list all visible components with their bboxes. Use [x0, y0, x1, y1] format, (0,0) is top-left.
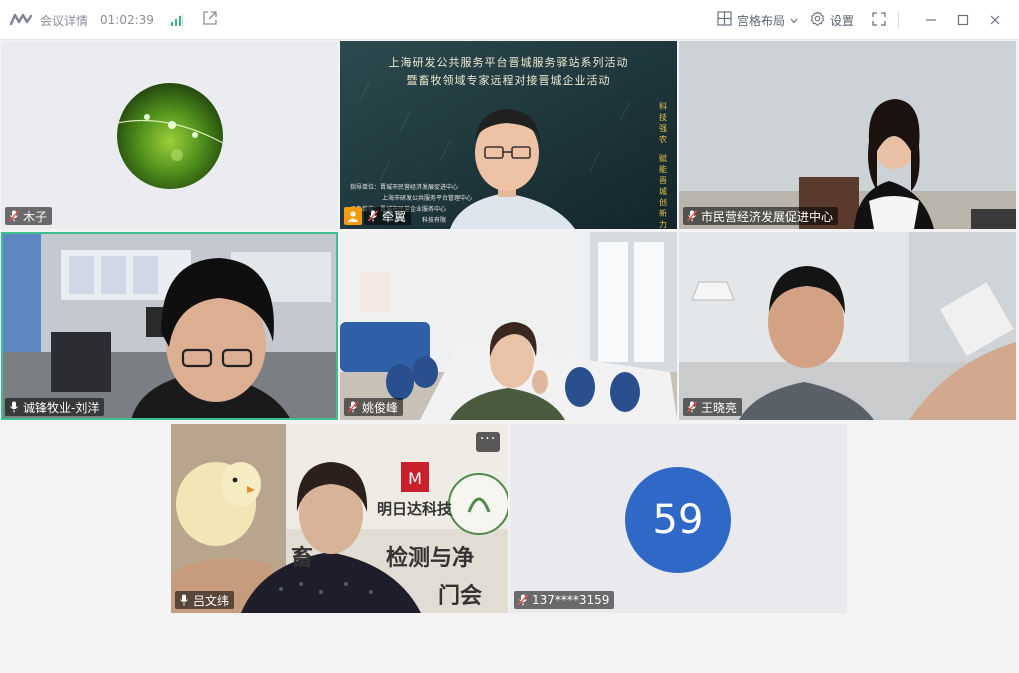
video-grid: 木子 上海研发公共服务平台晋城服务驿站系列活动 暨畜牧领域专家远程对接晋城企业活…	[0, 40, 1019, 673]
mic-muted-icon	[518, 594, 528, 606]
participant-tile-muzi[interactable]: 木子	[1, 41, 338, 229]
fullscreen-icon	[872, 11, 886, 29]
poster-company-text: 明日达科技	[377, 500, 453, 518]
participant-number-avatar: 59	[625, 467, 731, 573]
slide-title-line1: 上海研发公共服务平台晋城服务驿站系列活动	[388, 56, 629, 69]
participant-name: 木子	[23, 209, 48, 224]
slide-side-text-right: 赋能晋城创新力	[659, 154, 667, 229]
participant-name-tag: 木子	[5, 207, 53, 225]
participant-tile-lvwenwei[interactable]: M 明日达科技 畜 检测与净 门会 ··· 吕文纬	[171, 424, 508, 613]
more-options-button[interactable]: ···	[476, 432, 500, 452]
participant-name-tag: 诚锋牧业-刘洋	[5, 398, 105, 416]
poster-text-a: 畜	[291, 545, 314, 571]
participant-name: 137****3159	[532, 593, 610, 607]
share-out-icon[interactable]	[202, 10, 218, 30]
layout-dropdown[interactable]: 宫格布局	[717, 11, 798, 29]
settings-label: 设置	[829, 13, 854, 28]
chevron-down-icon	[790, 13, 798, 27]
meeting-elapsed-time: 01:02:39	[100, 13, 154, 27]
maximize-button[interactable]	[951, 8, 975, 32]
participant-tile-liuyang[interactable]: 诚锋牧业-刘洋	[1, 232, 338, 420]
mic-on-icon	[180, 594, 188, 606]
participant-video-feed	[679, 232, 1016, 420]
svg-text:M: M	[408, 469, 422, 488]
close-icon	[989, 11, 1001, 30]
close-button[interactable]	[983, 8, 1007, 32]
title-bar-divider	[898, 12, 899, 28]
title-bar-left: 会议详情 01:02:39	[9, 0, 218, 40]
poster-text-c: 门会	[438, 583, 483, 609]
participant-tile-private-economy-center[interactable]: 市民营经济发展促进中心	[679, 41, 1016, 229]
layout-label: 宫格布局	[736, 13, 785, 28]
mic-muted-icon	[9, 210, 19, 222]
mic-muted-icon	[348, 401, 358, 413]
more-options-icon: ···	[479, 431, 497, 447]
participant-name: 诚锋牧业-刘洋	[23, 400, 100, 415]
mic-muted-icon	[687, 401, 697, 413]
participant-tile-qianyi[interactable]: 上海研发公共服务平台晋城服务驿站系列活动 暨畜牧领域专家远程对接晋城企业活动 科…	[340, 41, 677, 229]
participant-tile-phone-user[interactable]: 59 137****3159	[510, 424, 847, 613]
slide-title-line2: 暨畜牧领域专家远程对接晋城企业活动	[406, 74, 611, 87]
participant-tile-yaojunfeng[interactable]: 姚俊峰	[340, 232, 677, 420]
app-logo-icon	[9, 11, 33, 30]
grid-layout-icon	[717, 11, 732, 29]
minimize-button[interactable]	[919, 8, 943, 32]
participant-name: 王晓亮	[701, 400, 738, 415]
title-bar-right: 宫格布局 设置	[705, 0, 1007, 40]
slide-side-text-left: 科技强农	[659, 102, 667, 144]
participant-name: 市民营经济发展促进中心	[701, 209, 834, 224]
participant-tile-wangxiaoliang[interactable]: 王晓亮	[679, 232, 1016, 420]
gear-icon	[810, 11, 825, 29]
participant-name: 牵翼	[382, 209, 407, 224]
slide-footer-line1: 指导单位：晋城市民营经济发展促进中心	[350, 184, 459, 191]
participant-name: 姚俊峰	[362, 400, 399, 415]
participant-video-feed	[679, 41, 1016, 229]
meeting-details-link[interactable]: 会议详情	[40, 12, 88, 29]
participant-name-tag: 王晓亮	[683, 398, 743, 416]
participant-video-feed	[340, 232, 677, 420]
participant-name: 吕文纬	[193, 593, 230, 608]
minimize-icon	[925, 11, 937, 30]
fullscreen-button[interactable]	[872, 11, 886, 29]
mic-muted-icon	[368, 210, 378, 222]
participant-avatar-image	[117, 83, 223, 189]
slide-footer-line4: 科技有限	[422, 217, 447, 224]
title-bar: 会议详情 01:02:39 宫格布局 设置	[0, 0, 1019, 40]
host-badge	[344, 207, 362, 225]
maximize-icon	[957, 11, 969, 30]
participant-video-feed	[1, 232, 338, 420]
participant-name-tag: 姚俊峰	[344, 398, 404, 416]
network-signal-icon[interactable]	[170, 11, 184, 30]
participant-name-tag: 市民营经济发展促进中心	[683, 207, 839, 225]
host-user-icon	[348, 211, 358, 222]
participant-name-tag: 137****3159	[514, 591, 615, 609]
mic-muted-icon	[687, 210, 697, 222]
poster-text-b: 检测与净	[386, 545, 475, 571]
mic-on-icon	[10, 401, 18, 413]
settings-button[interactable]: 设置	[810, 11, 854, 29]
participant-name-tag: 牵翼	[364, 207, 412, 225]
slide-footer-line2: 上海市研发公共服务平台管理中心	[382, 195, 473, 202]
participant-name-tag: 吕文纬	[175, 591, 235, 609]
